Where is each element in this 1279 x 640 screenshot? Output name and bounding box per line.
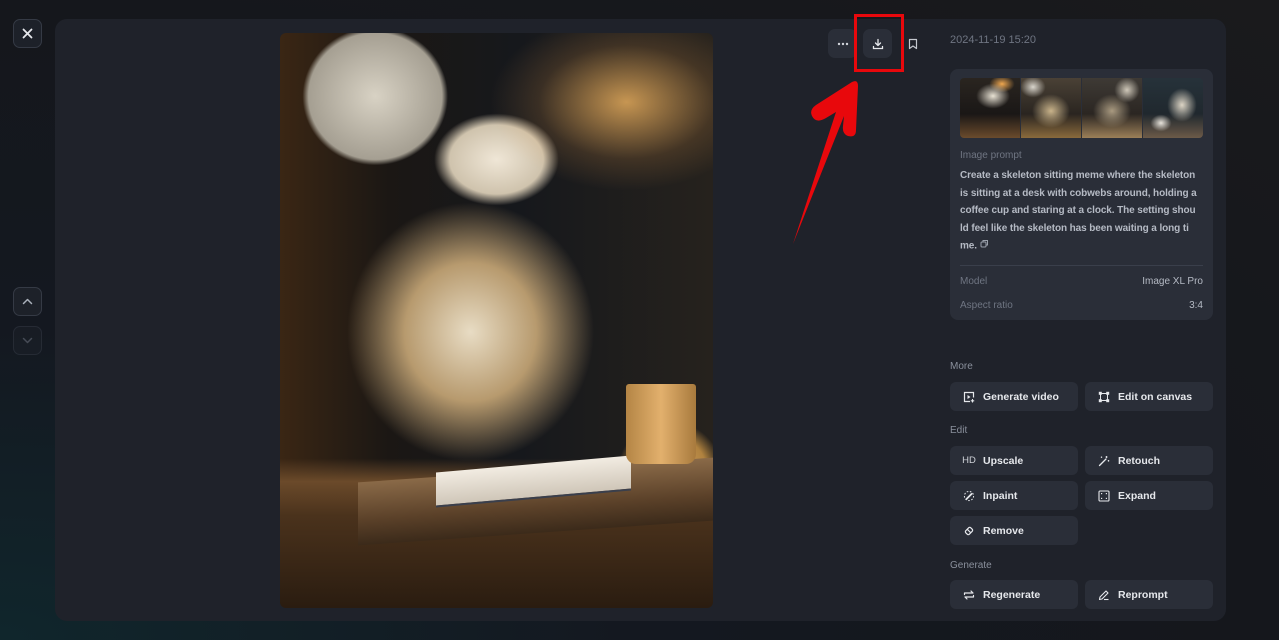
image-cup-shape — [626, 383, 696, 465]
prompt-text-block: Create a skeleton sitting meme where the… — [960, 167, 1203, 255]
thumbnail-2[interactable] — [1021, 78, 1081, 138]
eraser-icon — [964, 526, 974, 535]
pencil-icon — [1098, 589, 1109, 600]
upscale-label: Upscale — [983, 454, 1024, 467]
video-icon — [963, 391, 975, 402]
thumbnail-3[interactable] — [1082, 78, 1142, 138]
created-timestamp: 2024-11-19 15:20 — [950, 34, 1037, 46]
red-arrow-annotation — [793, 81, 858, 244]
prompt-label: Image prompt — [960, 150, 1022, 161]
copy-icon — [980, 240, 988, 248]
aspect-ratio-row: Aspect ratio 3:4 — [960, 300, 1203, 311]
upscale-button[interactable]: HD Upscale — [950, 446, 1078, 475]
image-actions-toolbar — [828, 29, 927, 58]
regenerate-button[interactable]: Regenerate — [950, 580, 1078, 609]
prompt-text: Create a skeleton sitting meme where the… — [960, 170, 1197, 252]
section-label-generate: Generate — [950, 560, 992, 571]
inpaint-button[interactable]: Inpaint — [950, 481, 1078, 510]
chevron-down-icon — [22, 337, 33, 344]
thumbnail-4[interactable] — [1143, 78, 1203, 138]
edit-actions: HD Upscale Retouch Inpaint Expand Remove — [950, 446, 1213, 545]
more-actions: Generate video Edit on canvas — [950, 382, 1213, 411]
edit-on-canvas-button[interactable]: Edit on canvas — [1085, 382, 1213, 411]
close-icon — [22, 28, 33, 39]
regenerate-label: Regenerate — [983, 588, 1041, 601]
remove-label: Remove — [983, 524, 1024, 537]
reprompt-label: Reprompt — [1118, 588, 1168, 601]
more-options-button[interactable] — [828, 29, 857, 58]
next-image-button[interactable] — [13, 326, 42, 355]
model-value: Image XL Pro — [1142, 275, 1203, 287]
close-button[interactable] — [13, 19, 42, 48]
info-divider — [960, 264, 1203, 266]
generated-image[interactable] — [280, 33, 713, 608]
image-detail-modal: 2024-11-19 15:20 Image prompt Create a s… — [55, 14, 1226, 621]
aspect-ratio-value: 3:4 — [1189, 299, 1203, 311]
retouch-label: Retouch — [1118, 454, 1160, 467]
retouch-button[interactable]: Retouch — [1085, 446, 1213, 475]
remove-button[interactable]: Remove — [950, 516, 1078, 545]
inpaint-brush-icon — [963, 490, 975, 501]
bookmark-icon — [908, 38, 917, 49]
previous-image-button[interactable] — [13, 287, 42, 316]
reprompt-button[interactable]: Reprompt — [1085, 580, 1213, 609]
generate-video-label: Generate video — [983, 390, 1059, 403]
expand-label: Expand — [1118, 489, 1156, 502]
canvas-icon — [1098, 391, 1110, 402]
section-label-edit: Edit — [950, 425, 968, 436]
aspect-ratio-label: Aspect ratio — [960, 299, 1013, 311]
copy-prompt-button[interactable] — [980, 237, 989, 255]
model-row: Model Image XL Pro — [960, 276, 1203, 287]
generate-actions: Regenerate Reprompt — [950, 580, 1213, 609]
thumbnail-1[interactable] — [960, 78, 1020, 138]
model-label: Model — [960, 275, 988, 287]
download-button[interactable] — [863, 29, 892, 58]
inpaint-label: Inpaint — [983, 489, 1018, 502]
magic-wand-icon — [1098, 455, 1110, 466]
repeat-icon — [963, 589, 975, 600]
generate-video-button[interactable]: Generate video — [950, 382, 1078, 411]
variation-thumbnails — [960, 78, 1203, 138]
hd-icon: HD — [962, 455, 976, 466]
edit-on-canvas-label: Edit on canvas — [1118, 390, 1193, 403]
chevron-up-icon — [22, 298, 33, 305]
more-horizontal-icon — [837, 42, 848, 45]
bookmark-button[interactable] — [898, 29, 927, 58]
section-label-more: More — [950, 361, 973, 372]
expand-icon — [1098, 489, 1110, 502]
prompt-info-card: Image prompt Create a skeleton sitting m… — [950, 69, 1213, 320]
download-icon — [872, 38, 883, 49]
expand-button[interactable]: Expand — [1085, 481, 1213, 510]
